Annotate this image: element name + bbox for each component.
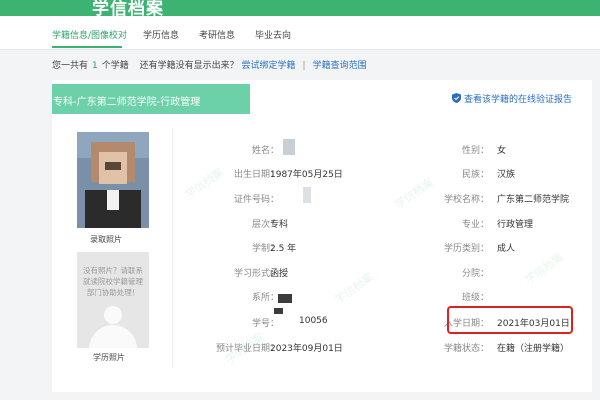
id-number-redaction [303, 187, 311, 203]
level-value: 专科 [270, 220, 289, 230]
watermark: 学信档案 [392, 175, 437, 212]
expected-graduation-value: 2023年09月01日 [270, 344, 343, 354]
query-scope-link[interactable]: 学籍查询范围 [313, 61, 367, 71]
record-summary-line: 您一共有 1 个学籍 还有学籍没有显示出来？ 尝试绑定学籍 | 学籍查询范围 [52, 58, 367, 71]
school-name-label: 学校名称： [443, 195, 489, 205]
student-record-card: 专科-广东第二师范学院-行政管理 查看该学籍的在线验证报告 录取照片 没有照片？… [52, 80, 592, 392]
status-label: 学籍状态： [443, 344, 489, 354]
record-banner: 专科-广东第二师范学院-行政管理 [52, 84, 250, 114]
admission-photo [77, 132, 149, 228]
student-number-value: 10056 [299, 316, 328, 326]
summary-question: 还有学籍没有显示出来？ [139, 61, 239, 71]
record-count: 1 [92, 61, 98, 71]
bind-record-link[interactable]: 尝试绑定学籍 [242, 61, 296, 71]
student-number-label: 学号： [251, 319, 279, 329]
summary-prefix: 您一共有 [52, 61, 89, 71]
photo-divider [172, 128, 173, 368]
branch-label: 分院： [461, 269, 489, 279]
active-tab-indicator [52, 46, 122, 48]
no-photo-notice: 没有照片？请联系就读院校学籍管理部门协助处理！ [83, 266, 143, 297]
tab-postgrad-info[interactable]: 考研信息 [199, 28, 235, 41]
degree-category-label: 学历类别： [443, 244, 489, 254]
study-form-value: 函授 [270, 269, 289, 279]
school-name-value: 广东第二师范学院 [497, 195, 570, 205]
department-redaction [278, 294, 292, 303]
major-label: 专业： [461, 220, 489, 230]
admission-date-highlight-box [447, 306, 573, 334]
name-redaction [283, 139, 295, 155]
ethnicity-label: 民族： [461, 170, 489, 180]
major-value: 行政管理 [497, 220, 534, 230]
watermark: 学信档案 [522, 250, 567, 287]
status-value: 在籍（注册学籍） [497, 344, 570, 354]
department-label: 系所： [251, 293, 279, 303]
watermark: 学信档案 [332, 270, 377, 307]
top-header-bar: 学信档案 [0, 0, 600, 19]
verify-report-link[interactable]: 查看该学籍的在线验证报告 [451, 92, 572, 105]
gender-label: 性别： [461, 146, 489, 156]
degree-photo-placeholder: 没有照片？请联系就读院校学籍管理部门协助处理！ [77, 252, 149, 348]
watermark: 学信档案 [182, 165, 227, 202]
avatar-placeholder-body [89, 325, 137, 348]
id-number-label: 证件号码： [233, 195, 279, 205]
student-number-redaction [274, 308, 283, 314]
tab-graduation-destination[interactable]: 毕业去向 [255, 28, 291, 41]
gender-value: 女 [497, 146, 507, 156]
degree-photo-label: 学历照片 [93, 353, 125, 362]
ethnicity-value: 汉族 [497, 170, 516, 180]
avatar-placeholder-head [104, 306, 122, 324]
duration-value: 2.5 年 [270, 244, 297, 254]
summary-suffix: 个学籍 [101, 61, 129, 71]
name-label: 姓名： [251, 146, 279, 156]
birth-value: 1987年05月25日 [270, 170, 343, 180]
tab-student-status[interactable]: 学籍信息/图像校对 [52, 28, 127, 41]
admission-photo-label: 录取照片 [90, 235, 122, 244]
summary-separator: | [302, 61, 306, 71]
shield-icon [451, 93, 461, 103]
tab-degree-info[interactable]: 学历信息 [143, 28, 179, 41]
degree-category-value: 成人 [497, 244, 516, 254]
class-label: 班级： [461, 293, 489, 303]
verify-report-label: 查看该学籍的在线验证报告 [463, 95, 572, 105]
main-tab-bar: 学籍信息/图像校对 学历信息 考研信息 毕业去向 [0, 16, 600, 50]
